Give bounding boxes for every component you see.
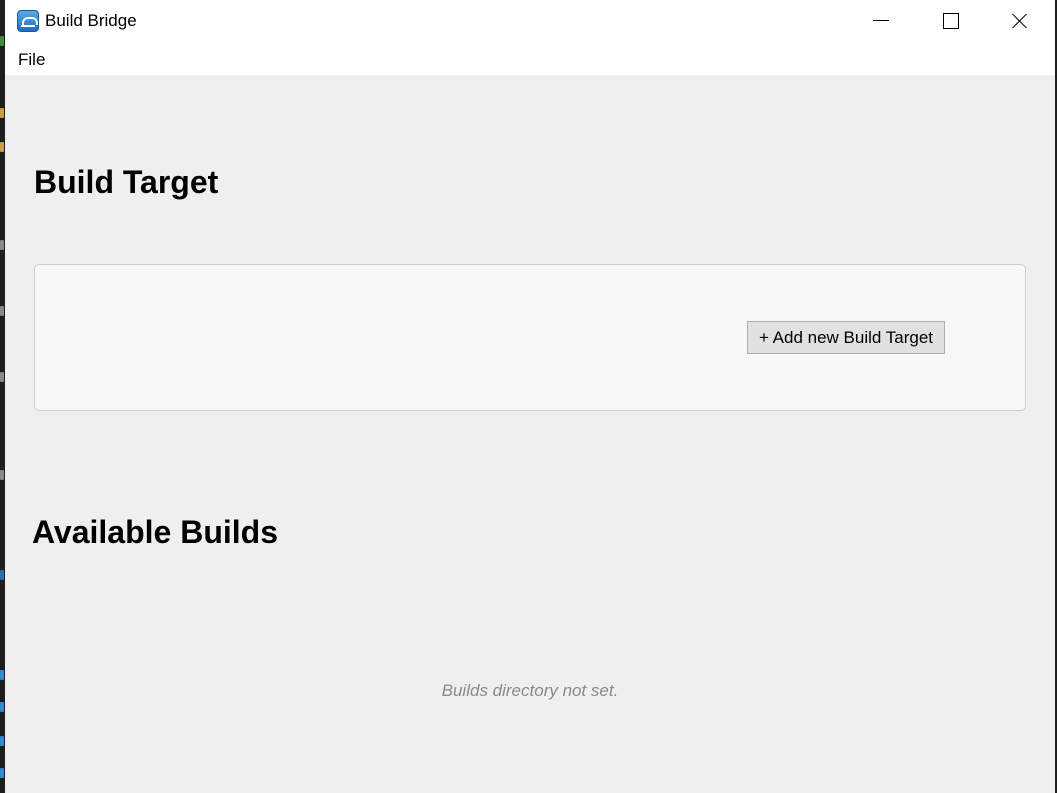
builds-empty-message: Builds directory not set. bbox=[441, 681, 619, 700]
app-window: Build Bridge File Build Target + Add new… bbox=[5, 0, 1055, 793]
build-target-heading: Build Target bbox=[34, 164, 219, 200]
maximize-button[interactable] bbox=[915, 0, 983, 42]
window-title: Build Bridge bbox=[45, 11, 137, 30]
build-bridge-app-icon[interactable] bbox=[17, 10, 39, 32]
close-button[interactable] bbox=[985, 0, 1053, 42]
menu-file[interactable]: File bbox=[17, 50, 46, 70]
title-bar[interactable]: Build Bridge bbox=[5, 0, 1055, 42]
build-target-panel: + Add new Build Target bbox=[34, 264, 1026, 411]
menu-bar: File bbox=[5, 42, 1055, 75]
minimize-button[interactable] bbox=[847, 0, 915, 42]
available-builds-heading: Available Builds bbox=[32, 514, 278, 550]
add-build-target-button[interactable]: + Add new Build Target bbox=[747, 321, 945, 354]
